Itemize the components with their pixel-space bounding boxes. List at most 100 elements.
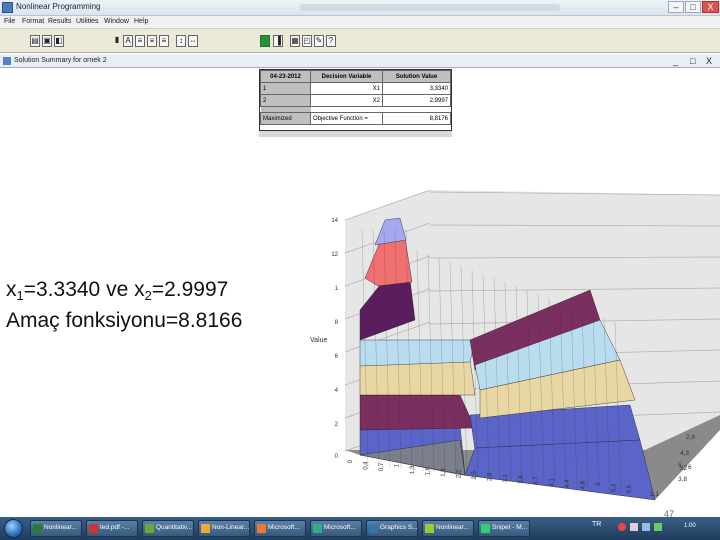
close-button[interactable]: X [702, 1, 719, 13]
tools-icon[interactable]: ✎ [314, 35, 324, 47]
z-tick-label: 8 [335, 320, 339, 326]
task-label: Microsoft... [324, 524, 356, 531]
document-icon [3, 57, 11, 65]
task-app-icon [201, 524, 210, 533]
taskbar-task[interactable]: Microsoft... [310, 520, 362, 537]
x-tick-label: 3,7 [534, 476, 540, 485]
task-label: Microsoft... [268, 524, 300, 531]
taskbar-task[interactable]: Non-Linear... [198, 520, 250, 537]
align-right-icon[interactable]: ≡ [159, 35, 169, 47]
task-label: Graphics S... [380, 524, 418, 531]
menu-utilities[interactable]: Utilities [76, 18, 99, 25]
z-axis-label: Value [310, 337, 327, 344]
z-tick-label: 12 [331, 252, 338, 258]
menu-bar: File Format Results Utilities Window Hel… [0, 16, 720, 29]
row-height-icon[interactable]: ⇔ [188, 35, 198, 47]
open-icon[interactable]: ◧ [54, 35, 64, 47]
tray-network-icon[interactable] [630, 523, 638, 531]
y-axis-label: x2 [680, 465, 688, 472]
task-label: ted.pdf -... [100, 524, 130, 531]
z-tick-label: 4 [335, 388, 339, 394]
taskbar-task[interactable]: Quantitativ... [142, 520, 194, 537]
align-left-icon[interactable]: ≡ [135, 35, 145, 47]
child-minimize-button[interactable]: _ [673, 56, 678, 66]
column-width-icon[interactable]: ↕ [176, 35, 186, 47]
header-date: 04-23-2012 [260, 70, 311, 83]
objective-text: Amaç fonksiyonu=8.8166 [6, 309, 243, 332]
z-tick-label: 1 [335, 286, 339, 292]
row-value: 2,9997 [382, 94, 451, 107]
task-app-icon [369, 524, 378, 533]
x-tick-label: 5,6 [627, 485, 633, 494]
x-tick-label: 0,4 [364, 461, 370, 470]
table-footer-row: Maximized Objective Function = 8,8176 [260, 112, 451, 125]
menu-format[interactable]: Format [22, 18, 44, 25]
x-tick-label: 0 [348, 459, 354, 463]
print-icon[interactable]: ▤ [30, 35, 40, 47]
print-preview-icon[interactable]: ◰ [302, 35, 312, 47]
y-tick-label: 6 [688, 464, 692, 471]
x-tick-label: 3,1 [503, 473, 509, 482]
x-tick-label: 3,4 [519, 475, 525, 484]
bar-chart-icon[interactable]: ▮ [113, 35, 121, 47]
solution-summary-table: 04-23-2012 Decision Variable Solution Va… [259, 69, 452, 131]
taskbar-task[interactable]: Microsoft... [254, 520, 306, 537]
taskbar-task[interactable]: Nonlinear... [422, 520, 474, 537]
taskbar-task[interactable]: ted.pdf -... [86, 520, 138, 537]
maximize-button[interactable]: □ [685, 1, 701, 13]
tray-alert-icon[interactable] [618, 523, 626, 531]
surface-band [359, 339, 476, 367]
child-window-title: Solution Summary for ornek 2 [14, 57, 107, 64]
x-tick-label: 4,1 [550, 478, 556, 487]
taskbar-task[interactable]: Snipet - M... [478, 520, 530, 537]
menu-file[interactable]: File [4, 18, 15, 25]
window-title: Nonlinear Programming [16, 2, 101, 11]
language-indicator[interactable]: TR [592, 521, 601, 528]
align-center-icon[interactable]: ≡ [147, 35, 157, 47]
clock[interactable]: 1:00 [684, 523, 696, 529]
x-tick-label: 1,9 [441, 468, 447, 477]
menu-results[interactable]: Results [48, 18, 71, 25]
tray-app-icon[interactable] [654, 523, 662, 531]
z-tick-label: 0 [335, 454, 339, 460]
table-icon[interactable]: ▦ [290, 35, 300, 47]
task-app-icon [145, 524, 154, 533]
tray-volume-icon[interactable] [642, 523, 650, 531]
row-value: 3,3340 [382, 82, 451, 95]
row-index: 1 [260, 82, 311, 95]
header-solution-value: Solution Value [382, 70, 451, 83]
table-shadow [259, 131, 452, 137]
y-tick-label: 4,3 [680, 450, 689, 457]
menu-window[interactable]: Window [104, 18, 129, 25]
window-titlebar: Nonlinear Programming – □ X [0, 0, 720, 16]
chart-icon[interactable]: ▐ [273, 35, 283, 47]
child-close-button[interactable]: X [706, 56, 712, 66]
minimize-button[interactable]: – [668, 1, 684, 13]
x-tick-label: 0,7 [379, 462, 385, 471]
task-app-icon [425, 524, 434, 533]
task-label: Nonlinear... [44, 524, 77, 531]
row-variable: X2 [310, 94, 383, 107]
menu-help[interactable]: Help [134, 18, 148, 25]
help-icon[interactable]: ? [326, 35, 336, 47]
task-label: Non-Linear... [212, 524, 250, 531]
child-maximize-button[interactable]: □ [690, 56, 695, 66]
taskbar-task[interactable]: Graphics S... [366, 520, 418, 537]
taskbar-task[interactable]: Nonlinear... [30, 520, 82, 537]
grid-icon[interactable] [260, 35, 270, 47]
surface-chart: 0 2 4 6 8 1 12 14 Value 0 0,4 0,7 1 1,3 1,6 1,9 2,2 2,5… [310, 190, 720, 501]
start-button[interactable] [4, 519, 23, 538]
row-variable: X1 [310, 82, 383, 95]
task-app-icon [313, 524, 322, 533]
x-tick-label: 4,4 [565, 479, 571, 488]
table-row: 2 X2 2,9997 [260, 94, 451, 107]
footer-value: 8,8176 [382, 112, 451, 125]
save-icon[interactable]: ▣ [42, 35, 52, 47]
task-label: Snipet - M... [492, 524, 528, 531]
footer-label: Maximized [260, 112, 311, 125]
z-tick-label: 2 [335, 422, 339, 428]
child-window-titlebar: Solution Summary for ornek 2 _ □ X [0, 54, 720, 68]
x-tick-label: 2,5 [472, 471, 478, 480]
font-icon[interactable]: A [123, 35, 133, 47]
task-app-icon [33, 524, 42, 533]
